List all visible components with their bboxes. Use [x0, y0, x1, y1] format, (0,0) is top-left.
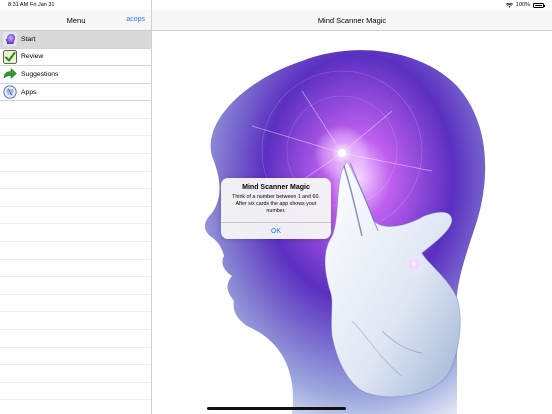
apps-icon: [3, 85, 17, 99]
ok-button[interactable]: OK: [221, 224, 331, 239]
status-time: 8:31 AM: [8, 2, 29, 8]
main-view: Mind Scanner Magic: [152, 0, 552, 414]
sidebar-item-label: Apps: [21, 88, 37, 96]
checkmark-icon: [3, 49, 17, 64]
status-date: Fri Jan 31: [30, 2, 55, 8]
status-bar: 8:31 AM Fri Jan 31 100%: [0, 0, 552, 10]
sidebar-item-label: Review: [21, 53, 44, 61]
mind-scanner-illustration: [204, 50, 486, 414]
sidebar-item-review[interactable]: Review: [0, 49, 151, 67]
sidebar-item-suggestions[interactable]: Suggestions: [0, 66, 151, 84]
main-header: Mind Scanner Magic: [152, 10, 552, 31]
alert-message: Think of a number between 1 and 60. Afte…: [232, 194, 320, 214]
alert-dialog: Mind Scanner Magic Think of a number bet…: [221, 178, 331, 239]
arrow-icon: [3, 67, 17, 81]
battery-percent: 100%: [515, 2, 530, 8]
wifi-icon: [505, 2, 513, 8]
sidebar: Menu acops Start Review Suggestions Apps: [0, 0, 152, 414]
sidebar-item-label: Start: [21, 35, 36, 43]
battery-icon: [533, 2, 545, 8]
sidebar-item-apps[interactable]: Apps: [0, 84, 151, 102]
head-icon: [3, 32, 17, 47]
home-indicator[interactable]: [207, 407, 346, 410]
sidebar-action-button[interactable]: acops: [126, 16, 145, 23]
sidebar-item-start[interactable]: Start: [0, 31, 151, 49]
status-right: 100%: [505, 2, 545, 8]
sidebar-header: Menu acops: [0, 10, 151, 31]
page-title: Mind Scanner Magic: [317, 16, 387, 25]
sidebar-item-label: Suggestions: [21, 70, 59, 78]
empty-table-rows: [0, 101, 151, 414]
alert-title: Mind Scanner Magic: [242, 184, 310, 191]
menu-list: Start Review Suggestions Apps: [0, 31, 151, 102]
alert-divider: [221, 222, 331, 223]
